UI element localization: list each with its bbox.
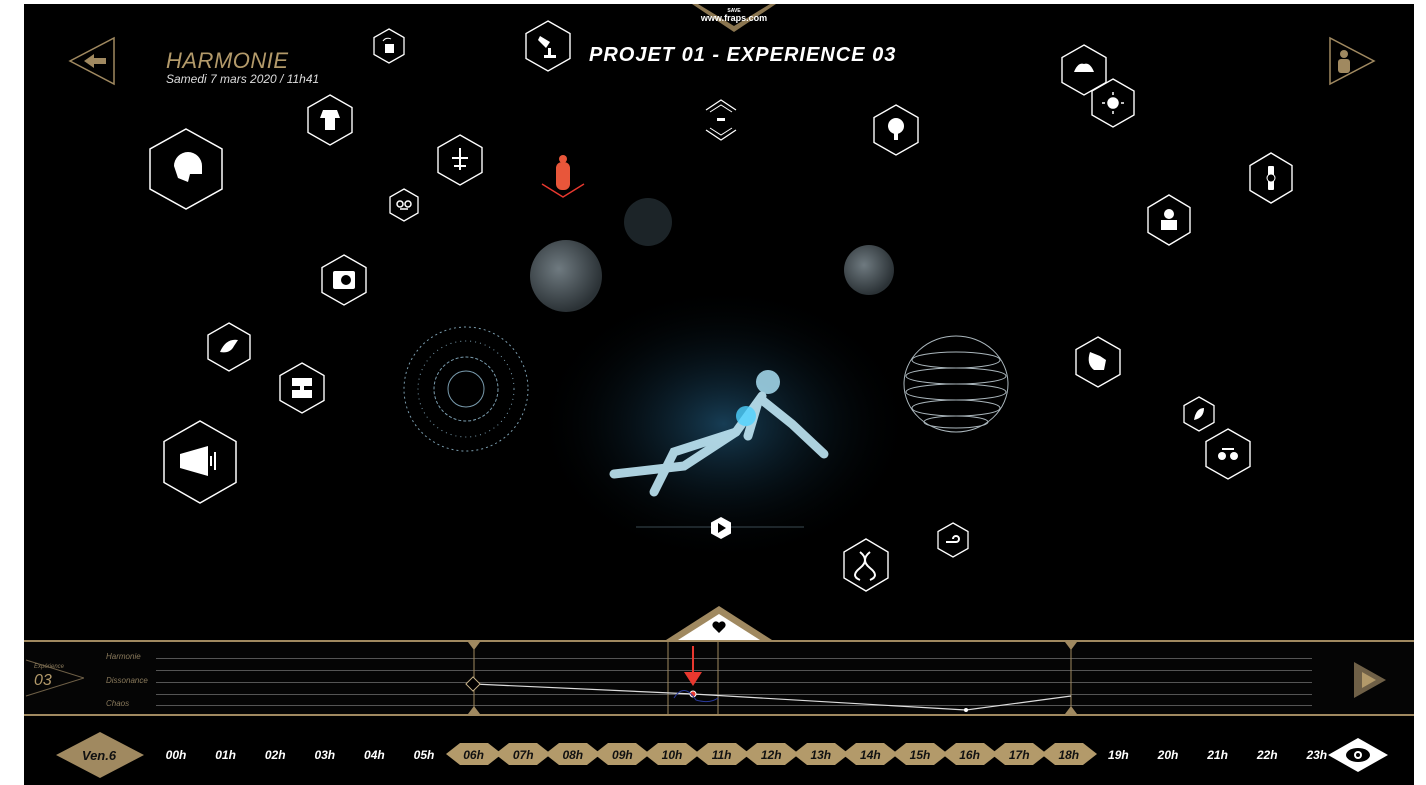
left-particle-sphere (403, 326, 529, 452)
sun-button[interactable] (1090, 78, 1136, 128)
heart-tab[interactable] (664, 606, 774, 640)
glasses-icon (1218, 448, 1238, 460)
helmet-button[interactable] (148, 128, 224, 210)
desk-lamp-button[interactable] (524, 20, 572, 72)
hour-item-22h[interactable]: 22h (1247, 748, 1287, 762)
hour-item-19h[interactable]: 19h (1098, 748, 1138, 762)
hour-item-15h[interactable]: 15h (900, 748, 940, 762)
antenna-icon (452, 148, 468, 170)
tree-button[interactable] (872, 104, 920, 156)
next-button[interactable] (1350, 660, 1390, 700)
timeline-panel: Expérience 03 Harmonie Dissonance Chaos (24, 640, 1414, 716)
play-button[interactable] (710, 516, 732, 540)
wind-icon (946, 535, 960, 543)
hour-selector: Ven.6 00h 01h 02h 03h 04h 05h 06h 07h 08h 09h 10h 1… (24, 722, 1414, 785)
antenna-button[interactable] (436, 134, 484, 186)
stair-icon (292, 378, 312, 398)
hour-item-17h[interactable]: 17h (999, 748, 1039, 762)
day-label[interactable]: Ven.6 (64, 748, 134, 763)
watch-button[interactable] (1248, 152, 1294, 204)
moon-faint (624, 198, 672, 246)
mask-button[interactable] (388, 188, 420, 222)
hour-item-01h[interactable]: 01h (206, 748, 246, 762)
hour-item-09h[interactable]: 09h (602, 748, 642, 762)
helmet-icon (174, 152, 202, 182)
hour-item-08h[interactable]: 08h (553, 748, 593, 762)
moon-large (530, 240, 602, 312)
stair-button[interactable] (278, 362, 326, 414)
bird-button[interactable] (206, 322, 252, 372)
eye-icon (1346, 748, 1370, 762)
camera-button[interactable] (320, 254, 368, 306)
hour-item-06h[interactable]: 06h (454, 748, 494, 762)
dna-button[interactable] (842, 538, 890, 592)
suit-button[interactable] (306, 94, 354, 146)
hour-item-05h[interactable]: 05h (404, 748, 444, 762)
tree-icon (888, 118, 904, 140)
squirrel-icon (1088, 352, 1106, 370)
minus-button[interactable] (704, 98, 738, 142)
hour-item-21h[interactable]: 21h (1198, 748, 1238, 762)
hour-item-12h[interactable]: 12h (751, 748, 791, 762)
squirrel-button[interactable] (1074, 336, 1122, 388)
hour-item-10h[interactable]: 10h (652, 748, 692, 762)
minus-icon (717, 118, 725, 121)
hour-item-16h[interactable]: 16h (950, 748, 990, 762)
wifi-device-button[interactable] (372, 28, 406, 64)
view-toggle-button[interactable] (1326, 736, 1390, 774)
capsule-icon (556, 162, 570, 190)
experience-viewer: SAVE www.fraps.com HARMONIE Samedi 7 mar… (24, 4, 1414, 785)
desk-lamp-icon (538, 36, 556, 58)
wifi-device-icon (382, 37, 394, 53)
hour-item-18h[interactable]: 18h (1049, 748, 1089, 762)
megaphone-button[interactable] (162, 420, 238, 504)
lotus-icon (1074, 63, 1094, 72)
hour-item-02h[interactable]: 02h (255, 748, 295, 762)
megaphone-icon (180, 446, 216, 476)
wind-button[interactable] (936, 522, 970, 558)
moon-small (844, 245, 894, 295)
dna-icon (854, 551, 876, 581)
plant-pot-button[interactable] (1146, 194, 1192, 246)
glasses-button[interactable] (1204, 428, 1252, 480)
leaf-icon (1194, 408, 1204, 420)
camera-icon (333, 271, 355, 289)
hour-item-00h[interactable]: 00h (156, 748, 196, 762)
hour-item-20h[interactable]: 20h (1148, 748, 1188, 762)
hour-item-13h[interactable]: 13h (801, 748, 841, 762)
plant-pot-icon (1161, 209, 1177, 230)
capsule-button[interactable] (540, 148, 586, 198)
watch-icon (1266, 166, 1276, 190)
leaf-button[interactable] (1182, 396, 1216, 432)
hour-item-11h[interactable]: 11h (702, 748, 742, 762)
hour-item-07h[interactable]: 07h (503, 748, 543, 762)
bird-icon (220, 339, 238, 353)
timeline-graph (465, 642, 1077, 714)
right-wire-sphere (903, 335, 1009, 433)
mask-icon (396, 200, 412, 210)
hour-item-14h[interactable]: 14h (850, 748, 890, 762)
hour-item-04h[interactable]: 04h (354, 748, 394, 762)
hour-item-03h[interactable]: 03h (305, 748, 345, 762)
suit-icon (320, 110, 340, 130)
